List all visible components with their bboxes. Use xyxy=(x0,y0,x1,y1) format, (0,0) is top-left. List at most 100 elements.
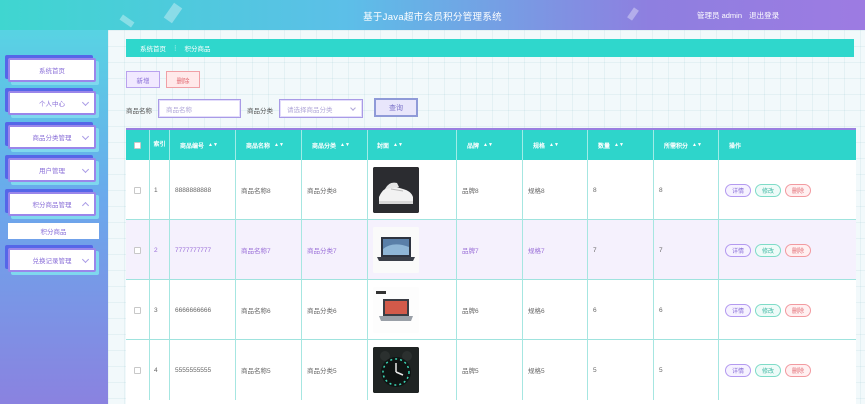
cell-category: 商品分类7 xyxy=(302,220,368,280)
cell-spec: 规格6 xyxy=(523,280,588,340)
table-row: 1 8888888888 商品名称8 商品分类8 品牌8 规格8 8 8 详情 … xyxy=(126,160,856,220)
column-header-brand[interactable]: 品牌 ▲▼ xyxy=(457,130,523,160)
select-all-checkbox[interactable] xyxy=(134,141,141,149)
cell-index: 4 xyxy=(150,340,170,400)
detail-button[interactable]: 详情 xyxy=(725,303,752,317)
chevron-up-icon xyxy=(81,201,90,210)
column-header-label: 规格 xyxy=(533,143,546,150)
cell-points: 7 xyxy=(654,220,719,280)
detail-button[interactable]: 详情 xyxy=(725,243,752,257)
column-header-label: 数量 xyxy=(598,143,611,150)
column-header-actions: 操作 xyxy=(729,143,742,150)
detail-button[interactable]: 详情 xyxy=(725,183,752,197)
column-header-qty[interactable]: 数量 ▲▼ xyxy=(588,130,654,160)
column-header-category[interactable]: 商品分类 ▲▼ xyxy=(302,130,368,160)
row-checkbox-cell xyxy=(126,280,150,340)
laptop-image xyxy=(373,227,419,273)
user-label: 管理员 admin xyxy=(697,11,743,20)
category-select[interactable]: 请选择商品分类 xyxy=(279,99,363,118)
chevron-down-icon xyxy=(81,98,90,107)
cell-points: 5 xyxy=(654,340,719,400)
row-checkbox-cell xyxy=(126,340,150,400)
column-header-label: 封面 xyxy=(377,143,390,150)
logout-link[interactable]: 退出登录 xyxy=(749,11,779,20)
sidebar-item-user-management[interactable]: 用户管理 xyxy=(8,158,96,182)
sidebar-item-category-management[interactable]: 商品分类管理 xyxy=(8,125,96,149)
edit-button[interactable]: 修改 xyxy=(755,303,782,317)
cell-name: 商品名称8 xyxy=(236,160,302,220)
edit-button[interactable]: 修改 xyxy=(755,243,782,257)
name-search-input[interactable]: 商品名称 xyxy=(158,99,241,118)
column-header-name[interactable]: 商品名称 ▲▼ xyxy=(236,130,302,160)
cell-spec: 规格5 xyxy=(523,340,588,400)
cell-category: 商品分类8 xyxy=(302,160,368,220)
sidebar-item-label: 积分商品管理 xyxy=(32,202,72,209)
column-header-code[interactable]: 商品编号 ▲▼ xyxy=(170,130,236,160)
user-area: 管理员 admin 退出登录 xyxy=(697,10,784,21)
cell-index: 2 xyxy=(150,220,170,280)
table-row: 4 5555555555 商品名称5 商品分类5 品牌5 规格5 5 5 详情 … xyxy=(126,340,856,400)
breadcrumb-separator: ⋮ xyxy=(172,45,179,52)
cell-qty: 7 xyxy=(588,220,654,280)
sort-icon: ▲▼ xyxy=(692,142,702,148)
row-checkbox[interactable] xyxy=(134,366,141,374)
row-checkbox-cell xyxy=(126,220,150,280)
sidebar-item-label: 用户管理 xyxy=(39,168,65,175)
select-all-checkbox-cell xyxy=(126,130,150,160)
cell-qty: 5 xyxy=(588,340,654,400)
sidebar-item-label: 系统首页 xyxy=(39,68,65,75)
row-checkbox[interactable] xyxy=(134,246,141,254)
delete-button[interactable]: 删除 xyxy=(785,243,812,257)
cell-cover xyxy=(368,280,457,340)
cell-actions: 详情 修改 删除 xyxy=(719,160,856,220)
delete-button[interactable]: 删除 xyxy=(785,183,812,197)
column-header-spec[interactable]: 规格 ▲▼ xyxy=(523,130,588,160)
column-header-points[interactable]: 所需积分 ▲▼ xyxy=(654,130,719,160)
sidebar-item-profile[interactable]: 个人中心 xyxy=(8,91,96,115)
sort-icon: ▲▼ xyxy=(393,142,403,148)
edit-button[interactable]: 修改 xyxy=(755,183,782,197)
sidebar-item-home[interactable]: 系统首页 xyxy=(8,58,96,82)
cell-actions: 详情 修改 删除 xyxy=(719,220,856,280)
table-header: 索引 商品编号 ▲▼ 商品名称 ▲▼ 商品分类 ▲▼ 封面 ▲▼ 品牌 ▲▼ 规格 ▲▼ 数… xyxy=(126,128,856,160)
main-content: 系统首页 ⋮ 积分商品 新增 删除 商品名称 商品名称 商品分类 请选择商品分类… xyxy=(108,30,865,404)
sort-icon: ▲▼ xyxy=(274,142,284,148)
column-header-index: 索引 xyxy=(150,130,170,160)
delete-button[interactable]: 删除 xyxy=(785,303,812,317)
column-header-label: 商品名称 xyxy=(246,143,271,150)
sidebar-item-label: 个人中心 xyxy=(39,101,65,108)
sidebar-subitem-points-goods[interactable]: 积分商品 xyxy=(8,223,99,239)
chevron-down-icon xyxy=(81,165,90,174)
table-row: 2 7777777777 商品名称7 商品分类7 品牌7 规格7 7 7 详情 … xyxy=(126,220,856,280)
cell-brand: 品牌7 xyxy=(457,220,523,280)
sort-icon: ▲▼ xyxy=(549,142,559,148)
edit-button[interactable]: 修改 xyxy=(755,363,782,377)
breadcrumb-home[interactable]: 系统首页 xyxy=(140,43,166,53)
delete-button[interactable]: 删除 xyxy=(785,363,812,377)
clock-image xyxy=(373,347,419,393)
batch-delete-button[interactable]: 删除 xyxy=(166,71,200,88)
search-button[interactable]: 查询 xyxy=(374,98,418,117)
row-checkbox[interactable] xyxy=(134,186,141,194)
goods-table: 索引 商品编号 ▲▼ 商品名称 ▲▼ 商品分类 ▲▼ 封面 ▲▼ 品牌 ▲▼ 规格 ▲▼ 数… xyxy=(126,128,856,404)
detail-button[interactable]: 详情 xyxy=(725,363,752,377)
cell-qty: 8 xyxy=(588,160,654,220)
cell-index: 1 xyxy=(150,160,170,220)
cell-brand: 品牌6 xyxy=(457,280,523,340)
row-checkbox[interactable] xyxy=(134,306,141,314)
sidebar-item-points-goods-management[interactable]: 积分商品管理 xyxy=(8,192,96,216)
column-header-cover[interactable]: 封面 ▲▼ xyxy=(368,130,457,160)
shoe-image xyxy=(373,167,419,213)
sort-icon: ▲▼ xyxy=(340,142,350,148)
add-button[interactable]: 新增 xyxy=(126,71,160,88)
sort-icon: ▲▼ xyxy=(483,142,493,148)
chevron-down-icon xyxy=(350,105,356,111)
sidebar-item-label: 兑换记录管理 xyxy=(32,258,72,265)
top-header: 基于Java超市会员积分管理系统 管理员 admin 退出登录 xyxy=(0,0,865,30)
cell-qty: 6 xyxy=(588,280,654,340)
cell-index: 3 xyxy=(150,280,170,340)
laptop-image xyxy=(373,287,419,333)
category-filter-label: 商品分类 xyxy=(247,108,273,115)
sidebar-item-exchange-records[interactable]: 兑换记录管理 xyxy=(8,248,96,272)
cell-category: 商品分类5 xyxy=(302,340,368,400)
